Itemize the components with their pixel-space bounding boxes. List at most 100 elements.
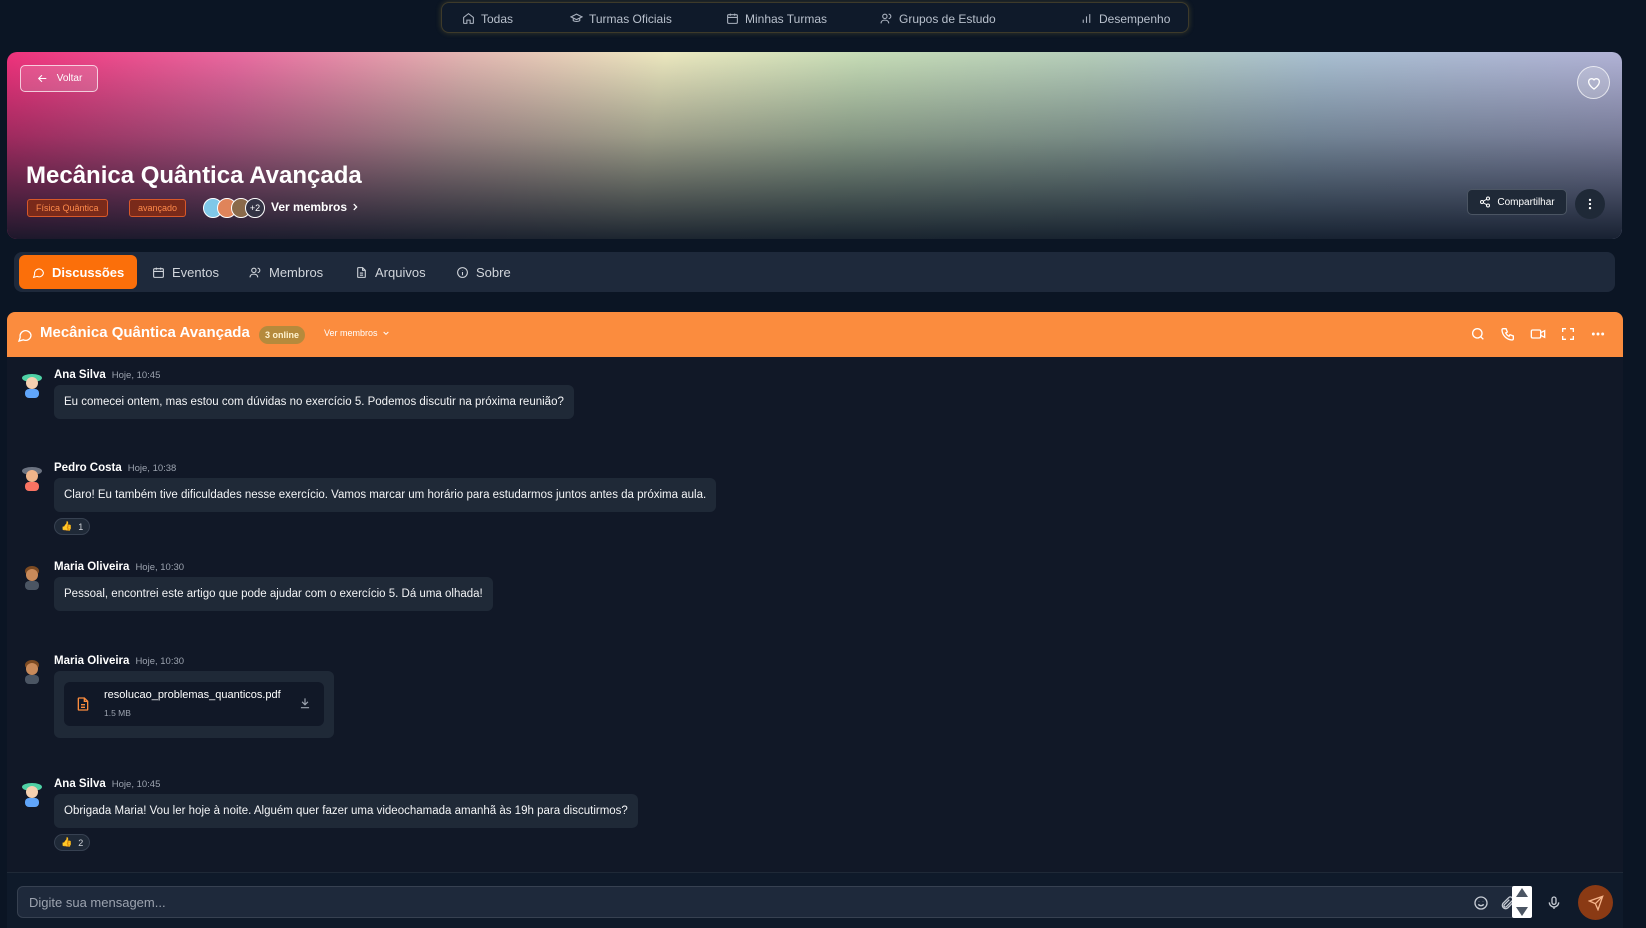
nav-item-minhas-turmas[interactable]: Minhas Turmas <box>726 3 827 34</box>
message-input[interactable] <box>17 886 1517 918</box>
share-button-label: Compartilhar <box>1497 196 1555 208</box>
search-icon[interactable] <box>1470 326 1486 342</box>
message-time: Hoje, 10:30 <box>135 562 185 573</box>
graduation-cap-icon <box>570 13 583 23</box>
message-time: Hoje, 10:45 <box>111 370 161 381</box>
share-button[interactable]: Compartilhar <box>1467 189 1567 215</box>
reaction-count: 1 <box>78 521 84 532</box>
message-author: Maria Oliveira Hoje, 10:30 <box>54 561 185 573</box>
view-members-label: Ver membros <box>271 200 348 214</box>
chevron-down-icon <box>382 331 389 336</box>
nav-item-label: Desempenho <box>1099 11 1171 26</box>
heart-icon <box>1587 77 1600 90</box>
calendar-grid-icon <box>727 13 738 24</box>
emoji-icon[interactable] <box>1473 895 1489 911</box>
message-bubble: Pessoal, encontrei este artigo que pode … <box>54 577 493 611</box>
tab-arquivos[interactable]: Arquivos <box>355 255 426 289</box>
file-size: 1.5 MB <box>104 708 131 718</box>
tab-label: Discussões <box>52 264 125 280</box>
tag-fisica-quantica[interactable]: Física Quântica <box>27 199 108 217</box>
message-bubble: Claro! Eu também tive dificuldades nesse… <box>54 478 717 512</box>
nav-item-grupos-de-estudo[interactable]: Grupos de Estudo <box>880 3 996 34</box>
message-time: Hoje, 10:30 <box>135 656 185 667</box>
online-count-badge: 3 online <box>259 326 306 344</box>
chat-bubble-icon <box>17 329 32 342</box>
view-members-label: Ver membros <box>324 328 378 338</box>
top-navigation: Todas Turmas Oficiais Minhas Turmas Grup… <box>441 2 1189 33</box>
scrollbar[interactable] <box>1512 886 1532 918</box>
chat-messages: Ana Silva Hoje, 10:45 Eu comecei ontem, m… <box>7 357 1623 872</box>
message-composer <box>7 872 1623 928</box>
microphone-icon[interactable] <box>1546 895 1562 911</box>
view-members-dropdown[interactable]: Ver membros <box>324 328 390 338</box>
avatar <box>22 374 42 398</box>
tab-membros[interactable]: Membros <box>249 255 323 289</box>
message-author: Pedro Costa Hoje, 10:38 <box>54 462 177 474</box>
thumbs-up-icon: 👍 <box>61 837 73 847</box>
info-icon <box>457 266 468 278</box>
nav-item-label: Grupos de Estudo <box>899 11 996 26</box>
reaction-button[interactable]: 👍 2 <box>54 834 91 851</box>
avatar <box>25 660 39 684</box>
more-horizontal-icon[interactable] <box>1590 326 1606 342</box>
message-time: Hoje, 10:45 <box>111 779 161 790</box>
video-icon[interactable] <box>1530 326 1546 342</box>
tab-discussoes[interactable]: Discussões <box>19 255 138 289</box>
chevron-right-icon <box>353 203 358 211</box>
reaction-button[interactable]: 👍 1 <box>54 518 91 535</box>
arrow-left-icon <box>37 74 46 83</box>
message-author: Ana Silva Hoje, 10:45 <box>54 778 161 790</box>
tab-label: Eventos <box>172 264 219 280</box>
message-bubble: Obrigada Maria! Vou ler hoje à noite. Al… <box>54 794 638 828</box>
nav-item-label: Turmas Oficiais <box>589 11 672 26</box>
avatar <box>22 783 42 807</box>
share-icon <box>1480 196 1491 208</box>
reaction-count: 2 <box>78 837 84 848</box>
tab-label: Membros <box>269 264 324 280</box>
phone-icon[interactable] <box>1500 326 1516 342</box>
calendar-icon <box>153 267 164 278</box>
home-icon <box>463 12 474 24</box>
vertical-dots-icon <box>1588 198 1592 210</box>
users-icon <box>880 13 892 24</box>
send-button[interactable] <box>1578 885 1613 920</box>
download-icon[interactable] <box>298 696 312 710</box>
tag-avancado[interactable]: avançado <box>129 199 187 217</box>
message-time: Hoje, 10:38 <box>127 463 177 474</box>
chat-title: Mecânica Quântica Avançada <box>40 324 250 341</box>
message-bubble: Eu comecei ontem, mas estou com dúvidas … <box>54 385 574 419</box>
nav-item-label: Minhas Turmas <box>745 11 828 26</box>
member-avatars[interactable]: +2 <box>203 198 265 218</box>
favorite-button[interactable] <box>1577 66 1610 99</box>
more-options-button[interactable] <box>1575 189 1605 219</box>
tab-eventos[interactable]: Eventos <box>152 255 219 289</box>
nav-item-label: Todas <box>481 11 514 26</box>
nav-item-turmas-oficiais[interactable]: Turmas Oficiais <box>570 3 672 34</box>
group-banner: Voltar Mecânica Quântica Avançada Física… <box>7 52 1622 239</box>
chat-bubble-icon <box>32 267 44 278</box>
extra-members-count: +2 <box>245 198 265 218</box>
message-author: Maria Oliveira Hoje, 10:30 <box>54 655 185 667</box>
file-name: resolucao_problemas_quanticos.pdf <box>104 689 281 701</box>
back-button[interactable]: Voltar <box>20 65 98 92</box>
users-icon <box>249 267 261 277</box>
message-author: Ana Silva Hoje, 10:45 <box>54 369 161 381</box>
group-tabs: Discussões Eventos Membros Arquivos Sobr… <box>14 252 1615 292</box>
tab-label: Arquivos <box>375 264 426 280</box>
nav-item-todas[interactable]: Todas <box>462 3 513 34</box>
page-title: Mecânica Quântica Avançada <box>26 162 362 189</box>
fullscreen-icon[interactable] <box>1560 326 1576 342</box>
tab-sobre[interactable]: Sobre <box>456 255 511 289</box>
avatar <box>22 467 42 491</box>
tab-label: Sobre <box>476 264 511 280</box>
view-members-link[interactable]: Ver membros <box>271 200 360 214</box>
bar-chart-icon <box>1082 14 1091 23</box>
file-attachment-message: resolucao_problemas_quanticos.pdf 1.5 MB <box>54 671 334 738</box>
send-icon <box>1587 894 1604 911</box>
avatar <box>25 566 39 590</box>
chat-header: Mecânica Quântica Avançada 3 online Ver … <box>7 312 1623 357</box>
document-icon <box>77 697 89 711</box>
nav-item-desempenho[interactable]: Desempenho <box>1080 3 1170 34</box>
file-icon <box>357 266 366 278</box>
file-attachment[interactable]: resolucao_problemas_quanticos.pdf 1.5 MB <box>64 682 324 726</box>
